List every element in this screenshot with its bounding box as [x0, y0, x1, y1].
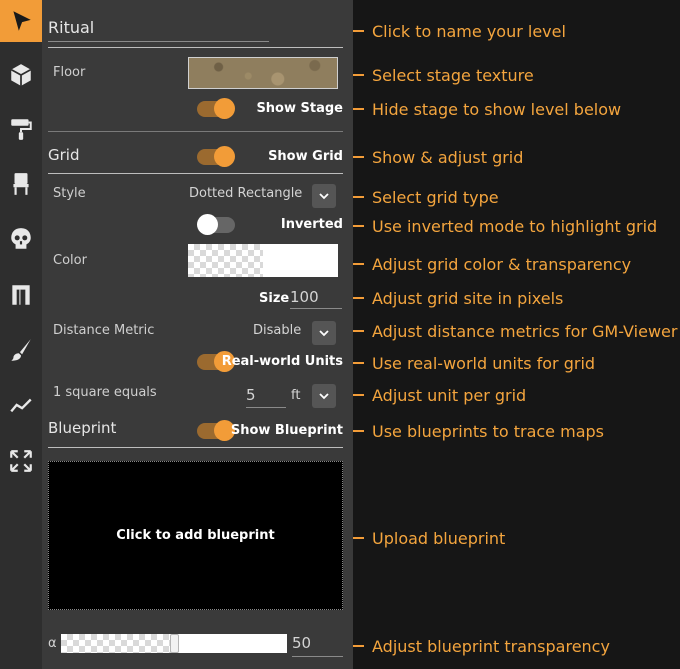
alpha-input[interactable]: 50 [292, 632, 343, 657]
divider [48, 173, 343, 174]
style-dropdown-button[interactable] [312, 184, 336, 208]
alpha-value: 50 [292, 634, 312, 652]
chair-icon [13, 173, 29, 195]
grid-heading: Grid [48, 146, 80, 164]
alpha-label: α [48, 636, 57, 651]
callout-grid-type: Select grid type [353, 187, 499, 207]
inverted-label: Inverted [280, 217, 343, 232]
chevron-down-icon [319, 393, 329, 400]
size-label: Size [259, 291, 290, 306]
line-graph-icon [10, 398, 32, 413]
show-grid-toggle[interactable] [197, 146, 235, 167]
callout-inverted: Use inverted mode to highlight grid [353, 216, 657, 236]
chair-tool[interactable] [0, 163, 42, 205]
callout-text: Adjust grid site in pixels [372, 288, 564, 308]
callout-text: Adjust distance metrics for GM-Viewer [372, 321, 678, 341]
level-editor: Ritual Floor Show Stage Grid Show Grid S… [0, 0, 680, 669]
show-blueprint-label: Show Blueprint [230, 423, 343, 438]
callout-text: Adjust grid color & transparency [372, 254, 632, 274]
callout-text: Show & adjust grid [372, 147, 524, 167]
callout-stage-texture: Select stage texture [353, 65, 534, 85]
alpha-slider-fill [61, 634, 174, 653]
callout-hide-stage: Hide stage to show level below [353, 99, 621, 119]
inverted-toggle[interactable] [197, 214, 235, 235]
divider [48, 447, 343, 448]
distance-metric-label: Distance Metric [53, 323, 155, 338]
size-value: 100 [290, 288, 319, 306]
callout-text: Hide stage to show level below [372, 99, 622, 119]
unit-per-grid-input[interactable]: 5 [246, 384, 286, 408]
real-world-units-label: Real-world Units [221, 354, 343, 369]
callout-blueprints: Use blueprints to trace maps [353, 421, 604, 441]
brush-icon [11, 339, 31, 361]
cube-icon [10, 64, 32, 86]
callout-text: Select stage texture [372, 65, 534, 85]
level-settings-panel: Ritual Floor Show Stage Grid Show Grid S… [42, 0, 353, 669]
alpha-slider-thumb[interactable] [170, 634, 179, 653]
show-stage-label: Show Stage [256, 101, 343, 116]
pointer-icon [13, 11, 31, 31]
callout-upload-blueprint: Upload blueprint [353, 528, 505, 548]
callout-text: Click to name your level [372, 21, 566, 41]
divider [48, 47, 343, 48]
skull-tool[interactable] [0, 218, 42, 260]
wall-tool[interactable] [0, 274, 42, 316]
show-grid-label: Show Grid [268, 149, 343, 164]
callout-real-world-units: Use real-world units for grid [353, 353, 595, 373]
cube-tool[interactable] [0, 54, 42, 96]
callout-blueprint-transparency: Adjust blueprint transparency [353, 636, 610, 656]
blueprint-heading: Blueprint [48, 419, 117, 437]
level-name-field[interactable]: Ritual [48, 16, 269, 42]
expand-tool[interactable] [0, 440, 42, 482]
callout-name-level: Click to name your level [353, 21, 566, 41]
unit-value: ft [291, 388, 301, 403]
callout-show-grid: Show & adjust grid [353, 147, 523, 167]
unit-per-grid-value: 5 [246, 386, 256, 404]
brush-tool[interactable] [0, 329, 42, 371]
callout-text: Upload blueprint [372, 528, 506, 548]
color-label: Color [53, 253, 87, 268]
floor-label: Floor [53, 65, 86, 80]
show-stage-toggle[interactable] [197, 98, 235, 119]
pointer-tool[interactable] [0, 0, 42, 42]
alpha-slider[interactable] [61, 634, 287, 653]
paint-roller-tool[interactable] [0, 108, 42, 150]
callout-text: Use inverted mode to highlight grid [372, 216, 658, 236]
distance-metric-dropdown-button[interactable] [312, 321, 336, 345]
skull-icon [11, 228, 31, 249]
callout-text: Adjust blueprint transparency [372, 636, 610, 656]
line-tool[interactable] [0, 385, 42, 427]
style-value[interactable]: Dotted Rectangle [189, 186, 302, 201]
callout-distance-metric: Adjust distance metrics for GM-Viewer [353, 321, 677, 341]
size-input[interactable]: 100 [290, 287, 342, 309]
callout-text: Use blueprints to trace maps [372, 421, 604, 441]
level-name-value: Ritual [48, 18, 95, 37]
show-blueprint-toggle[interactable] [197, 420, 235, 441]
wall-icon [12, 285, 30, 305]
unit-dropdown-button[interactable] [312, 384, 336, 408]
callout-text: Select grid type [372, 187, 499, 207]
callout-text: Adjust unit per grid [372, 385, 527, 405]
paint-roller-icon [11, 119, 32, 140]
grid-color-picker[interactable] [188, 244, 338, 277]
chevron-down-icon [319, 330, 329, 337]
chevron-down-icon [319, 193, 329, 200]
stage-texture-swatch[interactable] [188, 57, 338, 89]
callout-unit-per-grid: Adjust unit per grid [353, 385, 526, 405]
distance-metric-value[interactable]: Disable [253, 323, 301, 338]
callout-grid-size: Adjust grid site in pixels [353, 288, 563, 308]
style-label: Style [53, 186, 86, 201]
square-equals-label: 1 square equals [53, 385, 157, 400]
callout-text: Use real-world units for grid [372, 353, 596, 373]
blueprint-dropzone[interactable]: Click to add blueprint [48, 461, 343, 610]
callout-grid-color: Adjust grid color & transparency [353, 254, 631, 274]
blueprint-dropzone-label: Click to add blueprint [116, 528, 275, 543]
expand-icon [10, 450, 32, 472]
divider [48, 131, 343, 132]
tool-bar [0, 0, 42, 669]
